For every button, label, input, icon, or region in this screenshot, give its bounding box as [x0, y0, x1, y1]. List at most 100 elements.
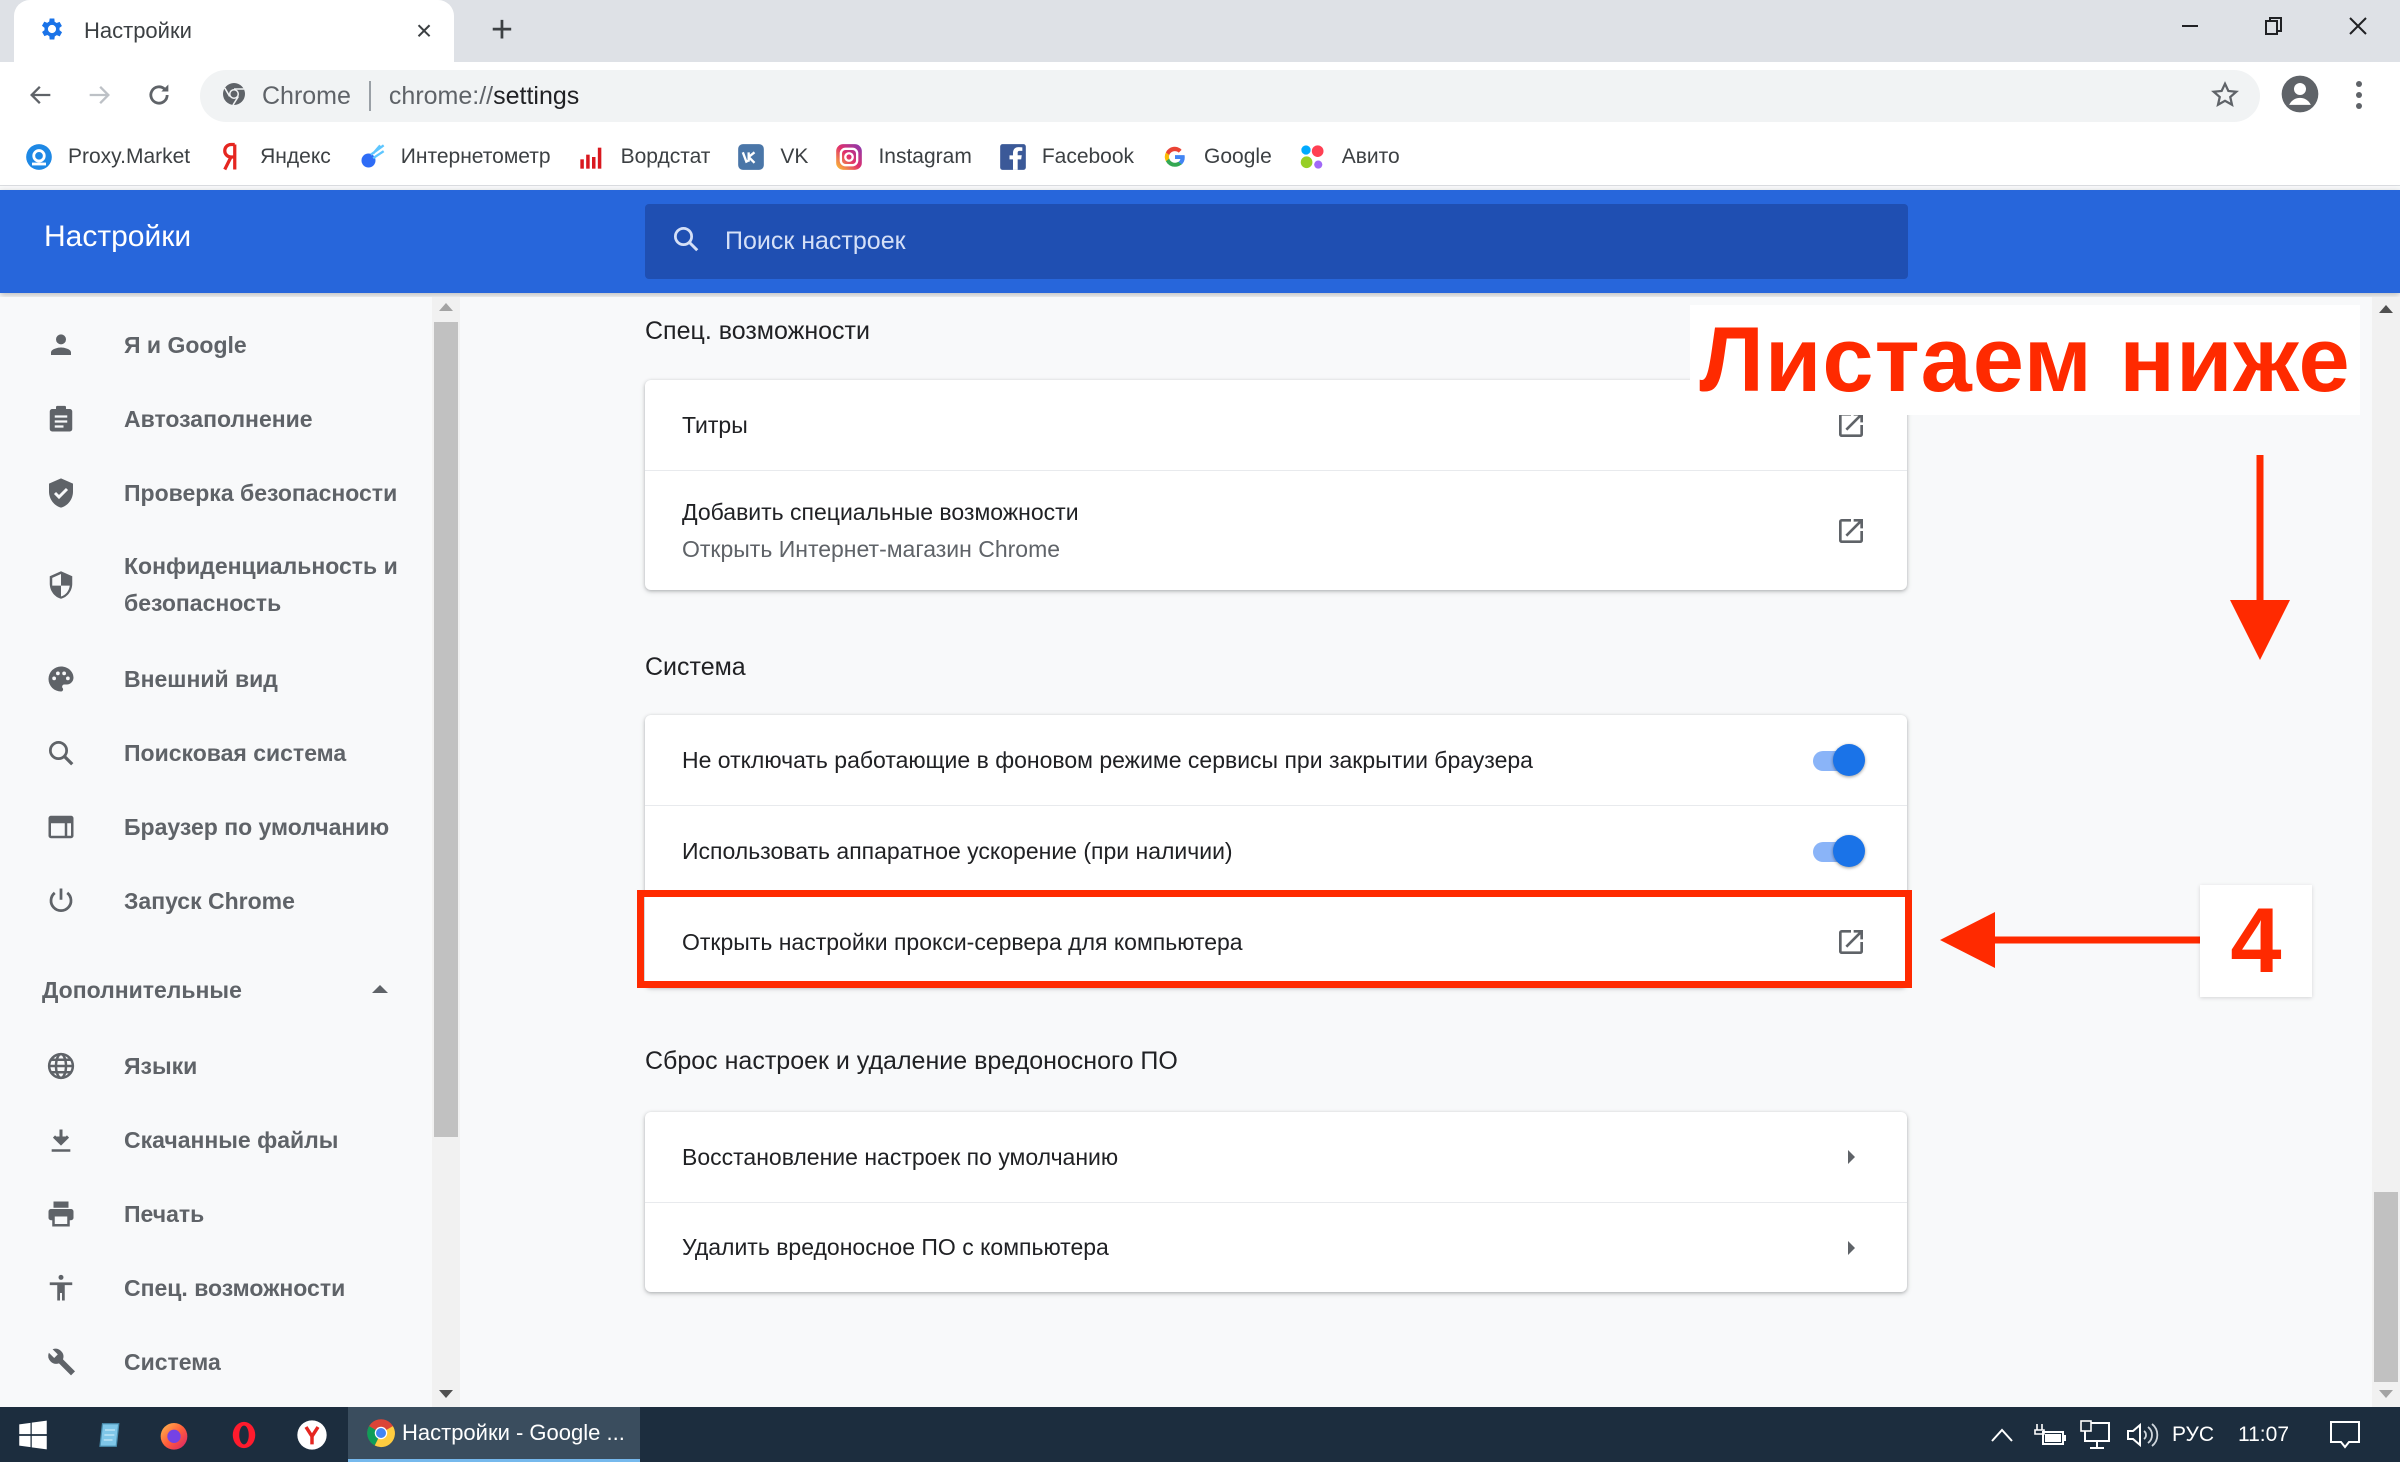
tab-close-button[interactable]: × — [394, 15, 454, 47]
sidebar-item-label: Запуск Chrome — [124, 887, 295, 914]
chevron-right-icon[interactable] — [1848, 1240, 1867, 1255]
row-sublabel: Открыть Интернет-магазин Chrome — [682, 535, 1061, 562]
sidebar-item-label: Языки — [124, 1052, 198, 1079]
bookmark-label: Интернетометр — [400, 144, 551, 168]
google-icon — [1160, 142, 1190, 172]
windows-logo-icon — [19, 1420, 47, 1449]
bookmark-instagram[interactable]: Instagram — [834, 137, 972, 177]
external-link-icon[interactable] — [1835, 515, 1867, 547]
bookmark-avito[interactable]: Авито — [1298, 137, 1400, 177]
bookmark-vk[interactable]: VK — [736, 137, 808, 177]
sidebar-item-label: Проверка безопасности — [124, 479, 398, 506]
network-icon — [2080, 1419, 2110, 1449]
palette-icon — [44, 662, 78, 696]
caret-up-icon[interactable] — [372, 985, 388, 993]
menu-button[interactable] — [2344, 74, 2374, 116]
taskbar-opera[interactable] — [214, 1407, 274, 1462]
forward-button[interactable] — [76, 72, 122, 118]
accessibility-icon — [44, 1271, 78, 1305]
toggle-switch-on[interactable] — [1811, 833, 1867, 869]
search-icon — [44, 736, 78, 770]
address-bar[interactable]: Chrome chrome://settings — [200, 70, 2260, 122]
page-scroll-thumb[interactable] — [2374, 1192, 2398, 1382]
scroll-up-arrow-icon[interactable] — [439, 303, 453, 311]
taskbar-yandex-browser[interactable] — [282, 1407, 342, 1462]
bookmark-wordstat[interactable]: Вордстат — [577, 137, 710, 177]
sidebar-item-default-browser[interactable]: Браузер по умолчанию — [0, 807, 430, 847]
reload-button[interactable] — [136, 72, 182, 118]
tray-overflow-button[interactable] — [1984, 1407, 2020, 1462]
sidebar-item-system[interactable]: Система — [0, 1342, 430, 1382]
new-tab-button[interactable]: + — [480, 8, 524, 52]
tray-battery[interactable] — [2030, 1407, 2070, 1462]
taskbar-clock[interactable]: 11:07 — [2238, 1407, 2289, 1462]
settings-search[interactable] — [645, 204, 1908, 279]
avatar-icon — [2281, 75, 2319, 113]
sidebar-item-safety-check[interactable]: Проверка безопасности — [0, 473, 430, 513]
sidebar-item-search-engine[interactable]: Поисковая система — [0, 733, 430, 773]
chrome-icon — [367, 1419, 395, 1448]
sidebar-advanced-toggle[interactable]: Дополнительные — [42, 977, 242, 1004]
row-background-apps[interactable]: Не отключать работающие в фоновом режиме… — [645, 715, 1907, 805]
row-label: Добавить специальные возможности — [682, 498, 1079, 525]
input-language-indicator[interactable]: РУС — [2172, 1407, 2214, 1462]
hardware-acceleration-toggle[interactable] — [1811, 833, 1867, 869]
annotation-down-arrow-icon — [2230, 455, 2290, 660]
settings-sidebar: Я и Google Автозаполнение Проверка безоп… — [0, 297, 432, 1407]
notification-icon — [2330, 1420, 2360, 1449]
action-center-button[interactable] — [2320, 1407, 2370, 1462]
sidebar-item-autofill[interactable]: Автозаполнение — [0, 399, 430, 439]
start-button[interactable] — [0, 1407, 66, 1462]
taskbar-firefox[interactable] — [144, 1407, 204, 1462]
row-hardware-acceleration[interactable]: Использовать аппаратное ускорение (при н… — [645, 805, 1907, 896]
row-add-accessibility-features[interactable]: Добавить специальные возможности Открыть… — [645, 470, 1907, 590]
chevron-right-icon[interactable] — [1848, 1150, 1867, 1164]
facebook-icon — [998, 142, 1028, 172]
sidebar-item-appearance[interactable]: Внешний вид — [0, 659, 430, 699]
sidebar-item-printing[interactable]: Печать — [0, 1194, 430, 1234]
background-apps-toggle[interactable] — [1811, 742, 1867, 778]
toggle-switch-on[interactable] — [1811, 742, 1867, 778]
sidebar-item-label: Поисковая система — [124, 739, 347, 766]
sidebar-item-downloads[interactable]: Скачанные файлы — [0, 1120, 430, 1160]
sidebar-item-languages[interactable]: Языки — [0, 1046, 430, 1086]
page-scrollbar[interactable] — [2372, 297, 2400, 1407]
bookmark-star-button[interactable] — [2210, 80, 2240, 115]
scroll-up-arrow-icon[interactable] — [2379, 305, 2393, 313]
close-window-button[interactable] — [2316, 0, 2400, 52]
bookmark-label: VK — [780, 144, 809, 168]
scroll-down-arrow-icon[interactable] — [2379, 1390, 2393, 1398]
sidebar-scroll-thumb[interactable] — [434, 322, 458, 1137]
taskbar-chrome-window[interactable]: Настройки - Google ... — [348, 1407, 640, 1462]
bookmark-internetometr[interactable]: Интернетометр — [357, 137, 551, 177]
bookmark-google[interactable]: Google — [1160, 137, 1272, 177]
sidebar-item-label: Система — [124, 1348, 221, 1375]
row-restore-defaults[interactable]: Восстановление настроек по умолчанию — [645, 1112, 1907, 1202]
row-cleanup-computer[interactable]: Удалить вредоносное ПО с компьютера — [645, 1202, 1907, 1292]
tab-settings[interactable]: Настройки × — [14, 0, 454, 62]
minimize-button[interactable] — [2148, 0, 2232, 52]
minimize-icon — [2182, 25, 2198, 27]
wordstat-icon — [577, 142, 607, 172]
sidebar-item-label: Печать — [124, 1200, 205, 1227]
search-input[interactable] — [725, 227, 1825, 256]
bookmark-proxy-market[interactable]: Proxy.Market — [24, 137, 190, 177]
sidebar-item-accessibility[interactable]: Спец. возможности — [0, 1268, 430, 1308]
sidebar-item-on-startup[interactable]: Запуск Chrome — [0, 881, 430, 921]
restore-button[interactable] — [2232, 0, 2316, 52]
sidebar-item-label: Конфиденциальность и безопасность — [124, 553, 398, 616]
gear-icon — [38, 15, 66, 48]
scroll-down-arrow-icon[interactable] — [439, 1390, 453, 1398]
tray-network[interactable] — [2076, 1407, 2116, 1462]
restore-icon — [2265, 17, 2282, 35]
profile-button[interactable] — [2280, 74, 2320, 119]
vk-icon — [736, 142, 766, 172]
bookmark-facebook[interactable]: Facebook — [998, 137, 1134, 177]
taskbar-notepad[interactable] — [80, 1407, 140, 1462]
bookmark-yandex[interactable]: Яндекс — [216, 137, 331, 177]
back-button[interactable] — [18, 72, 64, 118]
sidebar-item-you-and-google[interactable]: Я и Google — [0, 325, 430, 365]
sidebar-scrollbar[interactable] — [432, 297, 460, 1407]
sidebar-item-privacy[interactable]: Конфиденциальность и безопасность — [0, 547, 430, 623]
tray-volume[interactable] — [2120, 1407, 2164, 1462]
